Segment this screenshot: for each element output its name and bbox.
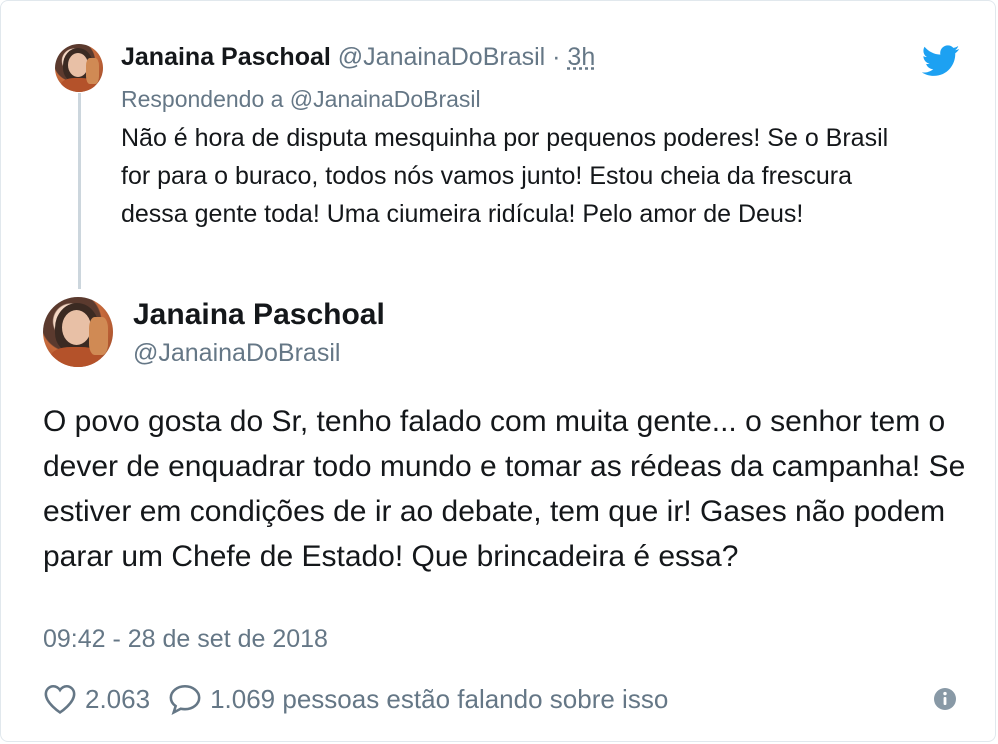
reply-header: Janaina Paschoal @JanainaDoBrasil · 3h <box>121 43 595 72</box>
replying-to-label[interactable]: Respondendo a @JanainaDoBrasil <box>121 86 481 113</box>
reply-author-name[interactable]: Janaina Paschoal <box>121 43 331 71</box>
speech-bubble-icon <box>169 684 201 715</box>
twitter-bird-icon[interactable] <box>922 45 960 77</box>
main-tweet-text: O povo gosta do Sr, tenho falado com mui… <box>43 405 966 573</box>
tweet-timestamp[interactable]: 09:42 - 28 de set de 2018 <box>43 625 328 654</box>
heart-icon <box>44 684 76 714</box>
main-author-handle[interactable]: @JanainaDoBrasil <box>133 339 340 368</box>
info-icon[interactable] <box>933 687 957 711</box>
embedded-tweet-card: Janaina Paschoal @JanainaDoBrasil · 3h R… <box>0 0 996 742</box>
reply-separator: · <box>545 43 568 71</box>
tweet-actions: 2.063 1.069 pessoas estão falando sobre … <box>43 679 686 719</box>
reply-author-handle[interactable]: @JanainaDoBrasil <box>338 43 545 71</box>
like-count: 2.063 <box>85 683 151 714</box>
conversation-action[interactable]: 1.069 pessoas estão falando sobre isso <box>168 683 668 715</box>
like-action[interactable]: 2.063 <box>43 683 150 715</box>
reply-time[interactable]: 3h <box>567 43 595 71</box>
conversation-count-text: 1.069 pessoas estão falando sobre isso <box>210 683 669 714</box>
main-author-name[interactable]: Janaina Paschoal <box>133 298 385 332</box>
thread-connector-line <box>78 93 81 289</box>
main-avatar[interactable] <box>43 297 113 367</box>
reply-tweet-text: Não é hora de disputa mesquinha por pequ… <box>121 124 889 228</box>
reply-avatar[interactable] <box>55 44 103 92</box>
